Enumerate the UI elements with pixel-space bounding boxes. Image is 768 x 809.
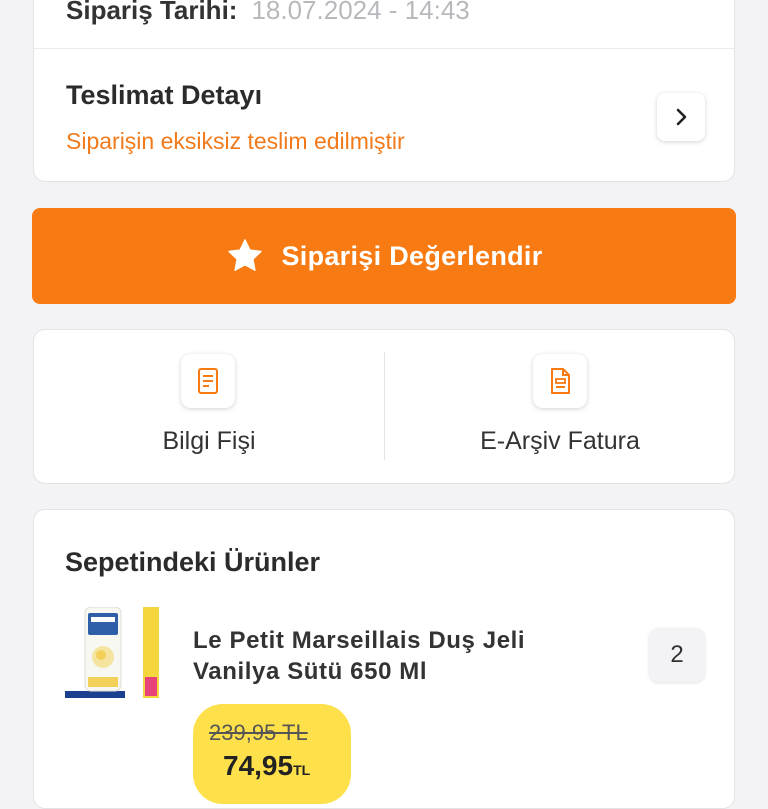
current-price: 74,95TL (223, 750, 310, 782)
e-archive-invoice-button[interactable]: E-Arşiv Fatura (385, 330, 735, 485)
delivery-detail-button[interactable] (657, 93, 705, 141)
currency-label: TL (293, 762, 311, 778)
rate-order-button[interactable]: Siparişi Değerlendir (32, 208, 736, 304)
order-date-row: Sipariş Tarihi: 18.07.2024 - 14:43 (66, 0, 470, 26)
cart-products-card: Sepetindeki Ürünler Le Petit Marseillais… (33, 509, 735, 809)
chevron-right-icon (676, 108, 687, 126)
invoice-icon (533, 354, 587, 408)
product-image[interactable] (65, 606, 161, 701)
delivery-detail-title: Teslimat Detayı (66, 80, 263, 110)
divider (34, 48, 734, 49)
section-title: Sepetindeki Ürünler (65, 547, 321, 577)
order-date-label: Sipariş Tarihi: (66, 0, 238, 25)
product-name[interactable]: Le Petit Marseillais Duş Jeli Vanilya Sü… (193, 625, 593, 687)
order-date-value: 18.07.2024 - 14:43 (251, 0, 470, 25)
star-icon (228, 239, 263, 271)
receipt-icon (181, 354, 235, 408)
documents-card: Bilgi Fişi E-Arşiv Fatura (33, 329, 735, 484)
order-info-card: Sipariş Tarihi: 18.07.2024 - 14:43 Teslim… (33, 0, 735, 182)
info-receipt-button[interactable]: Bilgi Fişi (34, 330, 384, 485)
info-receipt-label: Bilgi Fişi (162, 427, 256, 455)
old-price: 239,95 TL (209, 720, 308, 745)
price-badge: 239,95 TL 74,95TL (193, 704, 351, 804)
quantity-badge: 2 (649, 628, 705, 682)
rate-order-label: Siparişi Değerlendir (281, 240, 543, 271)
e-archive-invoice-label: E-Arşiv Fatura (480, 427, 640, 455)
delivery-status-text: Siparişin eksiksiz teslim edilmiştir (66, 128, 405, 154)
current-price-value: 74,95 (223, 750, 294, 781)
